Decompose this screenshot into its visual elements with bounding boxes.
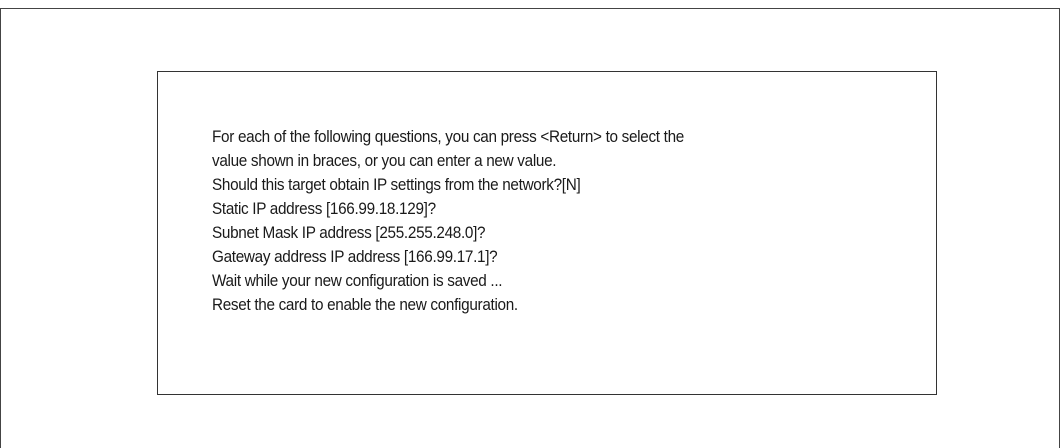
console-line-obtain-ip: Should this target obtain IP settings fr… — [212, 175, 581, 194]
page-frame: For each of the following questions, you… — [0, 8, 1060, 448]
console-line-intro: For each of the following questions, you… — [212, 127, 684, 146]
console-output-box: For each of the following questions, you… — [157, 71, 937, 395]
console-line-reset: Reset the card to enable the new configu… — [212, 295, 518, 314]
console-line-subnet-mask: Subnet Mask IP address [255.255.248.0]? — [212, 223, 486, 242]
console-line-gateway: Gateway address IP address [166.99.17.1]… — [212, 247, 498, 266]
console-line-intro-continued: value shown in braces, or you can enter … — [212, 151, 557, 170]
console-line-static-ip: Static IP address [166.99.18.129]? — [212, 199, 436, 218]
console-output-text: For each of the following questions, you… — [212, 125, 842, 317]
console-line-saving: Wait while your new configuration is sav… — [212, 271, 503, 290]
